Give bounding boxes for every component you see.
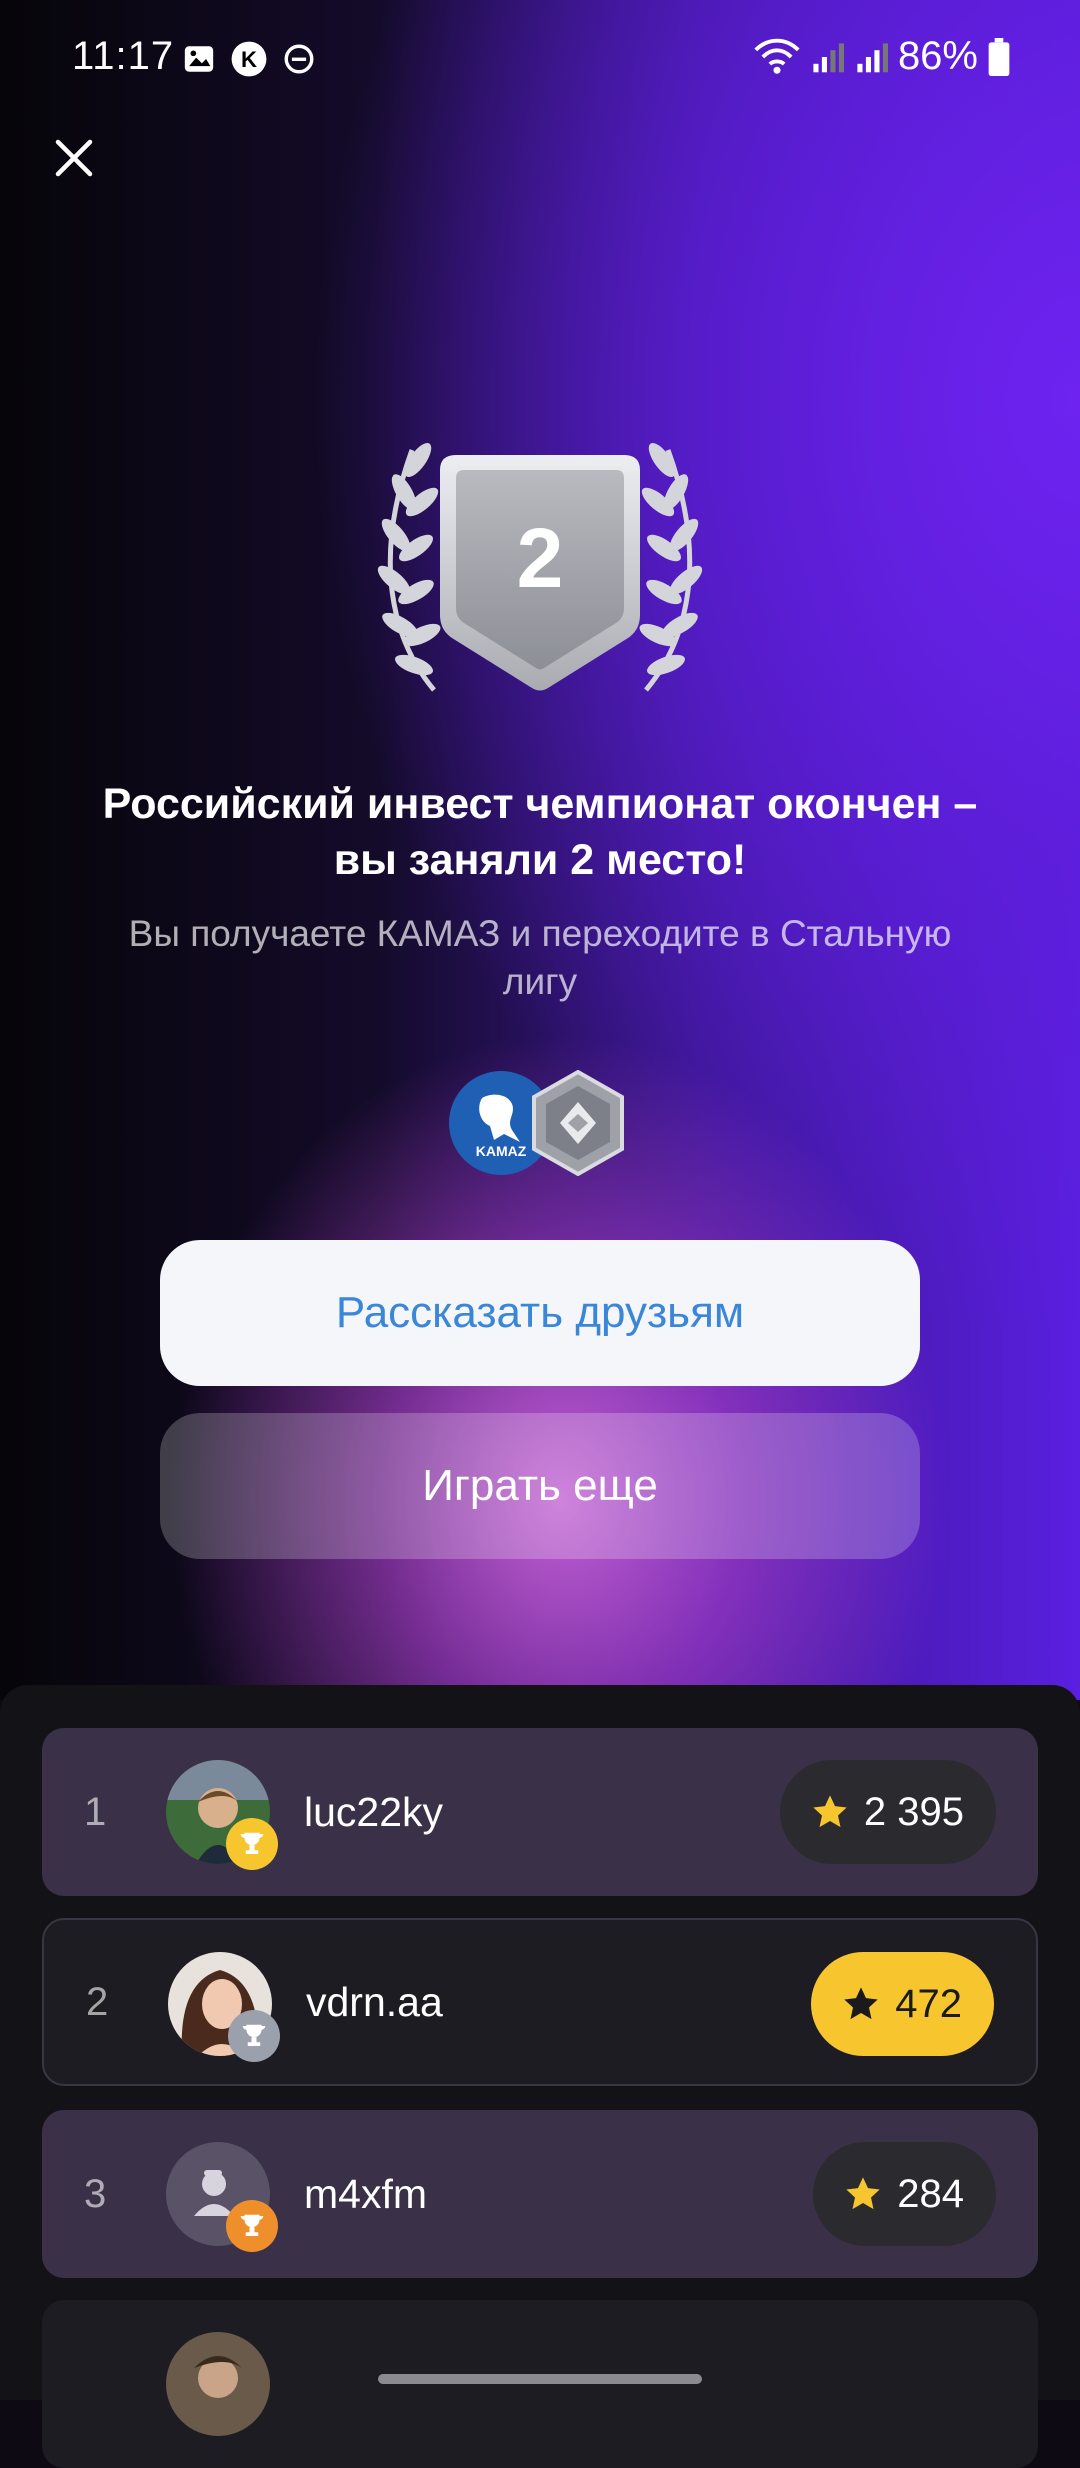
rewards: KAMAZ	[446, 1068, 626, 1178]
kinopoisk-icon: K	[231, 41, 267, 77]
star-icon	[813, 1795, 847, 1828]
play-again-button[interactable]: Играть еще	[160, 1413, 920, 1559]
username: luc22ky	[304, 1788, 444, 1835]
leaderboard-row[interactable]: 3 m4xfm 284	[42, 2110, 1038, 2278]
home-indicator[interactable]	[378, 2374, 702, 2384]
place-badge: 2	[330, 440, 750, 710]
signal-icon-sim2	[857, 42, 888, 72]
leaderboard-row-current-user[interactable]: 2 vdrn.aa 472	[42, 1918, 1038, 2086]
score-pill: 284	[813, 2142, 996, 2246]
svg-text:KAMAZ: KAMAZ	[476, 1143, 527, 1159]
score-pill: 472	[811, 1952, 994, 2056]
status-time: 11:17	[72, 34, 175, 78]
battery-percent: 86%	[897, 34, 978, 78]
score-value: 2 395	[863, 1789, 964, 1834]
result-subtitle: Вы получаете КАМАЗ и переходите в Стальн…	[128, 913, 952, 1002]
share-with-friends-button[interactable]: Рассказать друзьям	[160, 1240, 920, 1386]
star-icon	[846, 2177, 880, 2210]
gallery-icon	[184, 46, 214, 72]
rank-number: 3	[84, 2171, 107, 2216]
do-not-disturb-icon	[284, 44, 314, 74]
signal-icon-sim1	[813, 42, 844, 72]
status-notification-icons: K	[182, 40, 316, 78]
battery-icon	[988, 37, 1010, 76]
username: vdrn.aa	[306, 1978, 443, 2025]
trophy-gold-icon	[226, 1818, 278, 1870]
close-icon	[55, 139, 93, 177]
close-button[interactable]	[46, 130, 102, 186]
score-pill: 2 395	[779, 1760, 996, 1864]
leaderboard-sheet: 1 luc22ky 2 395 2 vdrn.aa 472 3 m4xfm 28…	[0, 1685, 1080, 2468]
steel-league-icon	[532, 1070, 624, 1176]
score-value: 284	[897, 2171, 964, 2216]
leaderboard-row-partial[interactable]	[42, 2300, 1038, 2468]
place-number: 2	[516, 511, 564, 605]
leaderboard-row[interactable]: 1 luc22ky 2 395	[42, 1728, 1038, 1896]
trophy-silver-icon	[228, 2010, 280, 2062]
username: m4xfm	[304, 2170, 427, 2217]
status-bar: 11:17 K 86%	[0, 0, 1080, 120]
svg-text:K: K	[241, 47, 257, 72]
result-title: Российский инвест чемпионат окончен – вы…	[102, 780, 978, 884]
trophy-bronze-icon	[226, 2200, 278, 2252]
score-value: 472	[895, 1981, 962, 2026]
status-system-icons: 86%	[754, 34, 1010, 79]
rank-number: 2	[86, 1979, 109, 2024]
rank-number: 1	[84, 1789, 107, 1834]
wifi-icon	[754, 38, 800, 74]
avatar	[166, 2332, 270, 2436]
star-icon	[844, 1987, 878, 2020]
